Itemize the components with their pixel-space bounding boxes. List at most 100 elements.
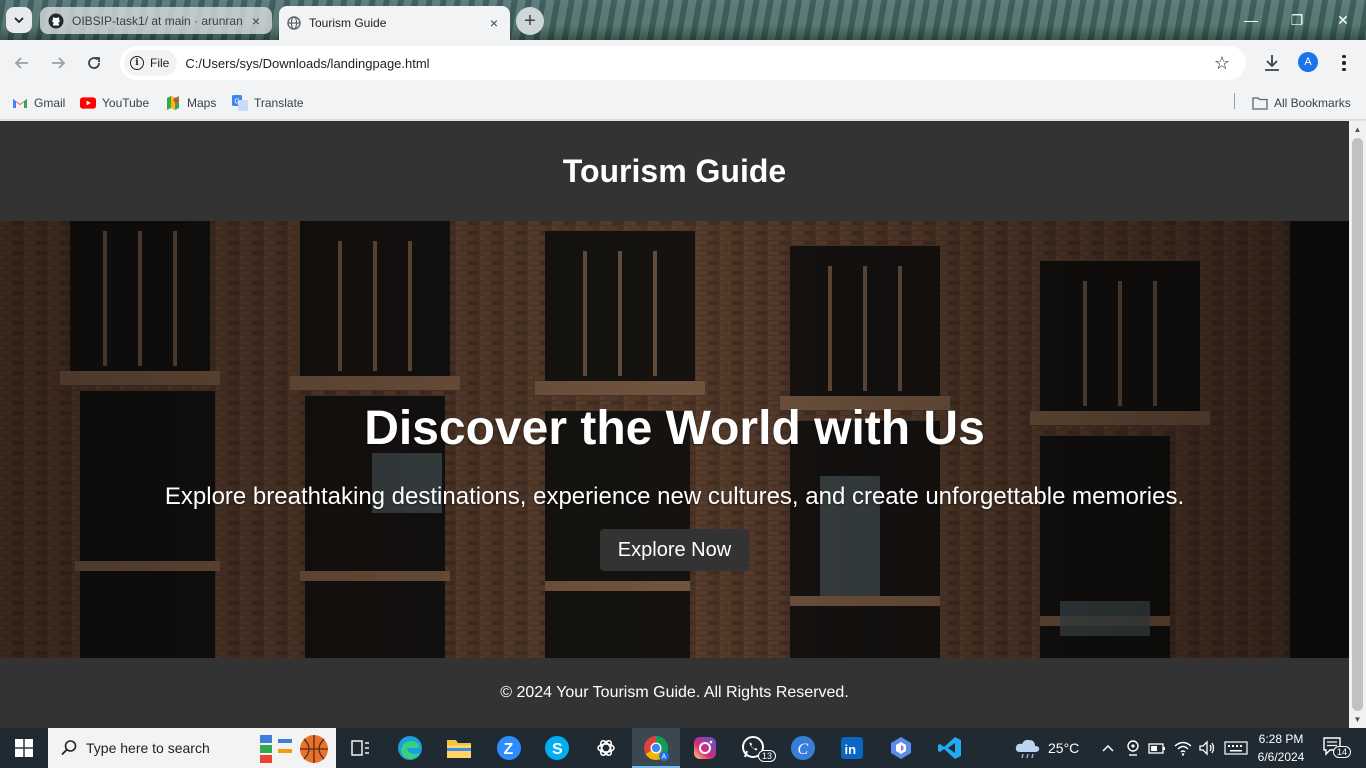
tab-title: OIBSIP-task1/ at main · arunran xyxy=(72,13,243,28)
restore-button[interactable]: ❐ xyxy=(1274,0,1320,40)
github-icon xyxy=(48,13,64,28)
arrow-right-icon xyxy=(52,57,66,69)
tab-title: Tourism Guide xyxy=(309,16,387,30)
bookmark-label: YouTube xyxy=(102,96,150,110)
notification-badge: 14 xyxy=(1333,746,1352,758)
minimize-button[interactable]: — xyxy=(1228,0,1274,40)
more-menu-icon[interactable] xyxy=(1334,51,1354,75)
whatsapp-icon[interactable]: 13 xyxy=(738,732,777,764)
weather-widget[interactable]: 25°C xyxy=(1014,728,1079,768)
whatsapp-badge: 13 xyxy=(758,750,777,762)
chrome-icon[interactable]: A xyxy=(640,732,672,764)
skype-icon[interactable]: S xyxy=(541,732,573,764)
close-icon[interactable]: × xyxy=(248,13,264,29)
page-scrollbar[interactable]: ▲ ▼ xyxy=(1349,121,1366,728)
notification-center-icon[interactable]: 14 xyxy=(1322,736,1352,760)
browser-toolbar: i File C:/Users/sys/Downloads/landingpag… xyxy=(0,40,1366,86)
copilot-icon[interactable] xyxy=(885,732,917,764)
windows-taskbar: Type here to search Z S A 13 C in 25°C 6… xyxy=(0,728,1366,768)
hero-heading: Discover the World with Us xyxy=(364,402,985,455)
all-bookmarks-button[interactable]: All Bookmarks xyxy=(1252,92,1351,114)
svg-text:in: in xyxy=(845,742,857,757)
search-placeholder: Type here to search xyxy=(86,740,210,756)
linkedin-icon[interactable]: in xyxy=(836,732,868,764)
forward-button[interactable] xyxy=(45,50,71,76)
chatgpt-icon[interactable] xyxy=(590,732,622,764)
battery-icon[interactable] xyxy=(1148,741,1166,755)
bookmarks-divider xyxy=(1234,93,1235,109)
scroll-thumb[interactable] xyxy=(1352,138,1363,711)
globe-icon xyxy=(287,16,301,30)
windows-logo-icon xyxy=(15,739,33,757)
keyboard-icon[interactable] xyxy=(1224,741,1248,755)
start-button[interactable] xyxy=(0,728,48,768)
zoom-icon[interactable]: Z xyxy=(493,732,525,764)
hero-subheading: Explore breathtaking destinations, exper… xyxy=(164,483,1185,510)
youtube-icon xyxy=(80,95,96,111)
site-title: Tourism Guide xyxy=(562,152,787,189)
bookmark-label: Gmail xyxy=(34,96,66,110)
canva-icon[interactable]: C xyxy=(787,732,819,764)
address-bar[interactable]: i File C:/Users/sys/Downloads/landingpag… xyxy=(120,46,1246,80)
wifi-icon[interactable] xyxy=(1174,740,1192,756)
bookmark-star-icon[interactable]: ☆ xyxy=(1210,53,1234,74)
info-icon: i xyxy=(130,56,144,70)
scroll-down-icon[interactable]: ▼ xyxy=(1349,711,1366,728)
profile-avatar[interactable]: A xyxy=(1298,52,1318,72)
chevron-up-icon[interactable] xyxy=(1100,740,1116,756)
footer-copyright: © 2024 Your Tourism Guide. All Rights Re… xyxy=(500,684,849,701)
taskbar-clock[interactable]: 6:28 PM 6/6/2024 xyxy=(1248,730,1314,766)
tab-search-button[interactable] xyxy=(6,7,32,33)
download-icon[interactable] xyxy=(1260,51,1284,75)
hero-content: Discover the World with Us Explore breat… xyxy=(0,221,1349,658)
edge-icon[interactable] xyxy=(394,732,426,764)
taskbar-search[interactable]: Type here to search xyxy=(48,728,336,768)
close-window-button[interactable]: ✕ xyxy=(1320,0,1366,40)
bookmark-youtube[interactable]: YouTube xyxy=(80,92,149,114)
task-view-icon[interactable] xyxy=(344,732,376,764)
reload-icon xyxy=(88,57,100,69)
new-tab-button[interactable]: + xyxy=(516,7,544,35)
site-footer: © 2024 Your Tourism Guide. All Rights Re… xyxy=(0,658,1349,728)
svg-text:Z: Z xyxy=(504,741,514,758)
bookmark-maps[interactable]: Maps xyxy=(165,92,216,114)
search-highlight-icon xyxy=(260,735,328,763)
cloud-rain-icon xyxy=(1015,739,1040,759)
svg-text:S: S xyxy=(552,741,563,758)
chevron-down-icon xyxy=(14,17,24,24)
site-info-chip[interactable]: i File xyxy=(124,50,178,76)
back-button[interactable] xyxy=(9,50,35,76)
tab-github[interactable]: OIBSIP-task1/ at main · arunran × xyxy=(40,7,272,34)
scroll-up-icon[interactable]: ▲ xyxy=(1349,121,1366,138)
folder-icon xyxy=(1252,95,1268,111)
url-text[interactable]: C:/Users/sys/Downloads/landingpage.html xyxy=(185,56,1210,71)
hero-section: Discover the World with Us Explore breat… xyxy=(0,221,1349,658)
bookmark-label: Translate xyxy=(254,96,304,110)
arrow-left-icon xyxy=(14,57,28,69)
reload-button[interactable] xyxy=(81,50,107,76)
vscode-icon[interactable] xyxy=(934,732,966,764)
svg-text:G: G xyxy=(235,99,240,106)
file-explorer-icon[interactable] xyxy=(443,732,475,764)
close-icon[interactable]: × xyxy=(486,15,502,31)
site-header: Tourism Guide xyxy=(0,121,1349,221)
browser-title-bar: OIBSIP-task1/ at main · arunran × Touris… xyxy=(0,0,1366,40)
bookmark-label: All Bookmarks xyxy=(1274,96,1351,110)
clock-time: 6:28 PM xyxy=(1258,732,1304,746)
site-chip-label: File xyxy=(150,56,170,70)
page-viewport: Tourism Guide Discover the World with Us… xyxy=(0,121,1349,728)
system-tray xyxy=(1100,728,1248,768)
instagram-icon[interactable] xyxy=(689,732,721,764)
bookmarks-bar: Gmail YouTube Maps G Translate All Bookm… xyxy=(0,86,1366,120)
tab-tourism-guide[interactable]: Tourism Guide × xyxy=(279,6,510,40)
explore-now-button[interactable]: Explore Now xyxy=(600,529,749,571)
speaker-icon[interactable] xyxy=(1198,740,1216,756)
bookmark-gmail[interactable]: Gmail xyxy=(12,92,65,114)
translate-icon: G xyxy=(232,95,248,111)
bookmark-label: Maps xyxy=(187,96,217,110)
svg-text:C: C xyxy=(798,741,809,758)
webcam-icon[interactable] xyxy=(1126,740,1140,756)
gmail-icon xyxy=(12,95,28,111)
svg-text:A: A xyxy=(662,754,667,761)
bookmark-translate[interactable]: G Translate xyxy=(232,92,304,114)
